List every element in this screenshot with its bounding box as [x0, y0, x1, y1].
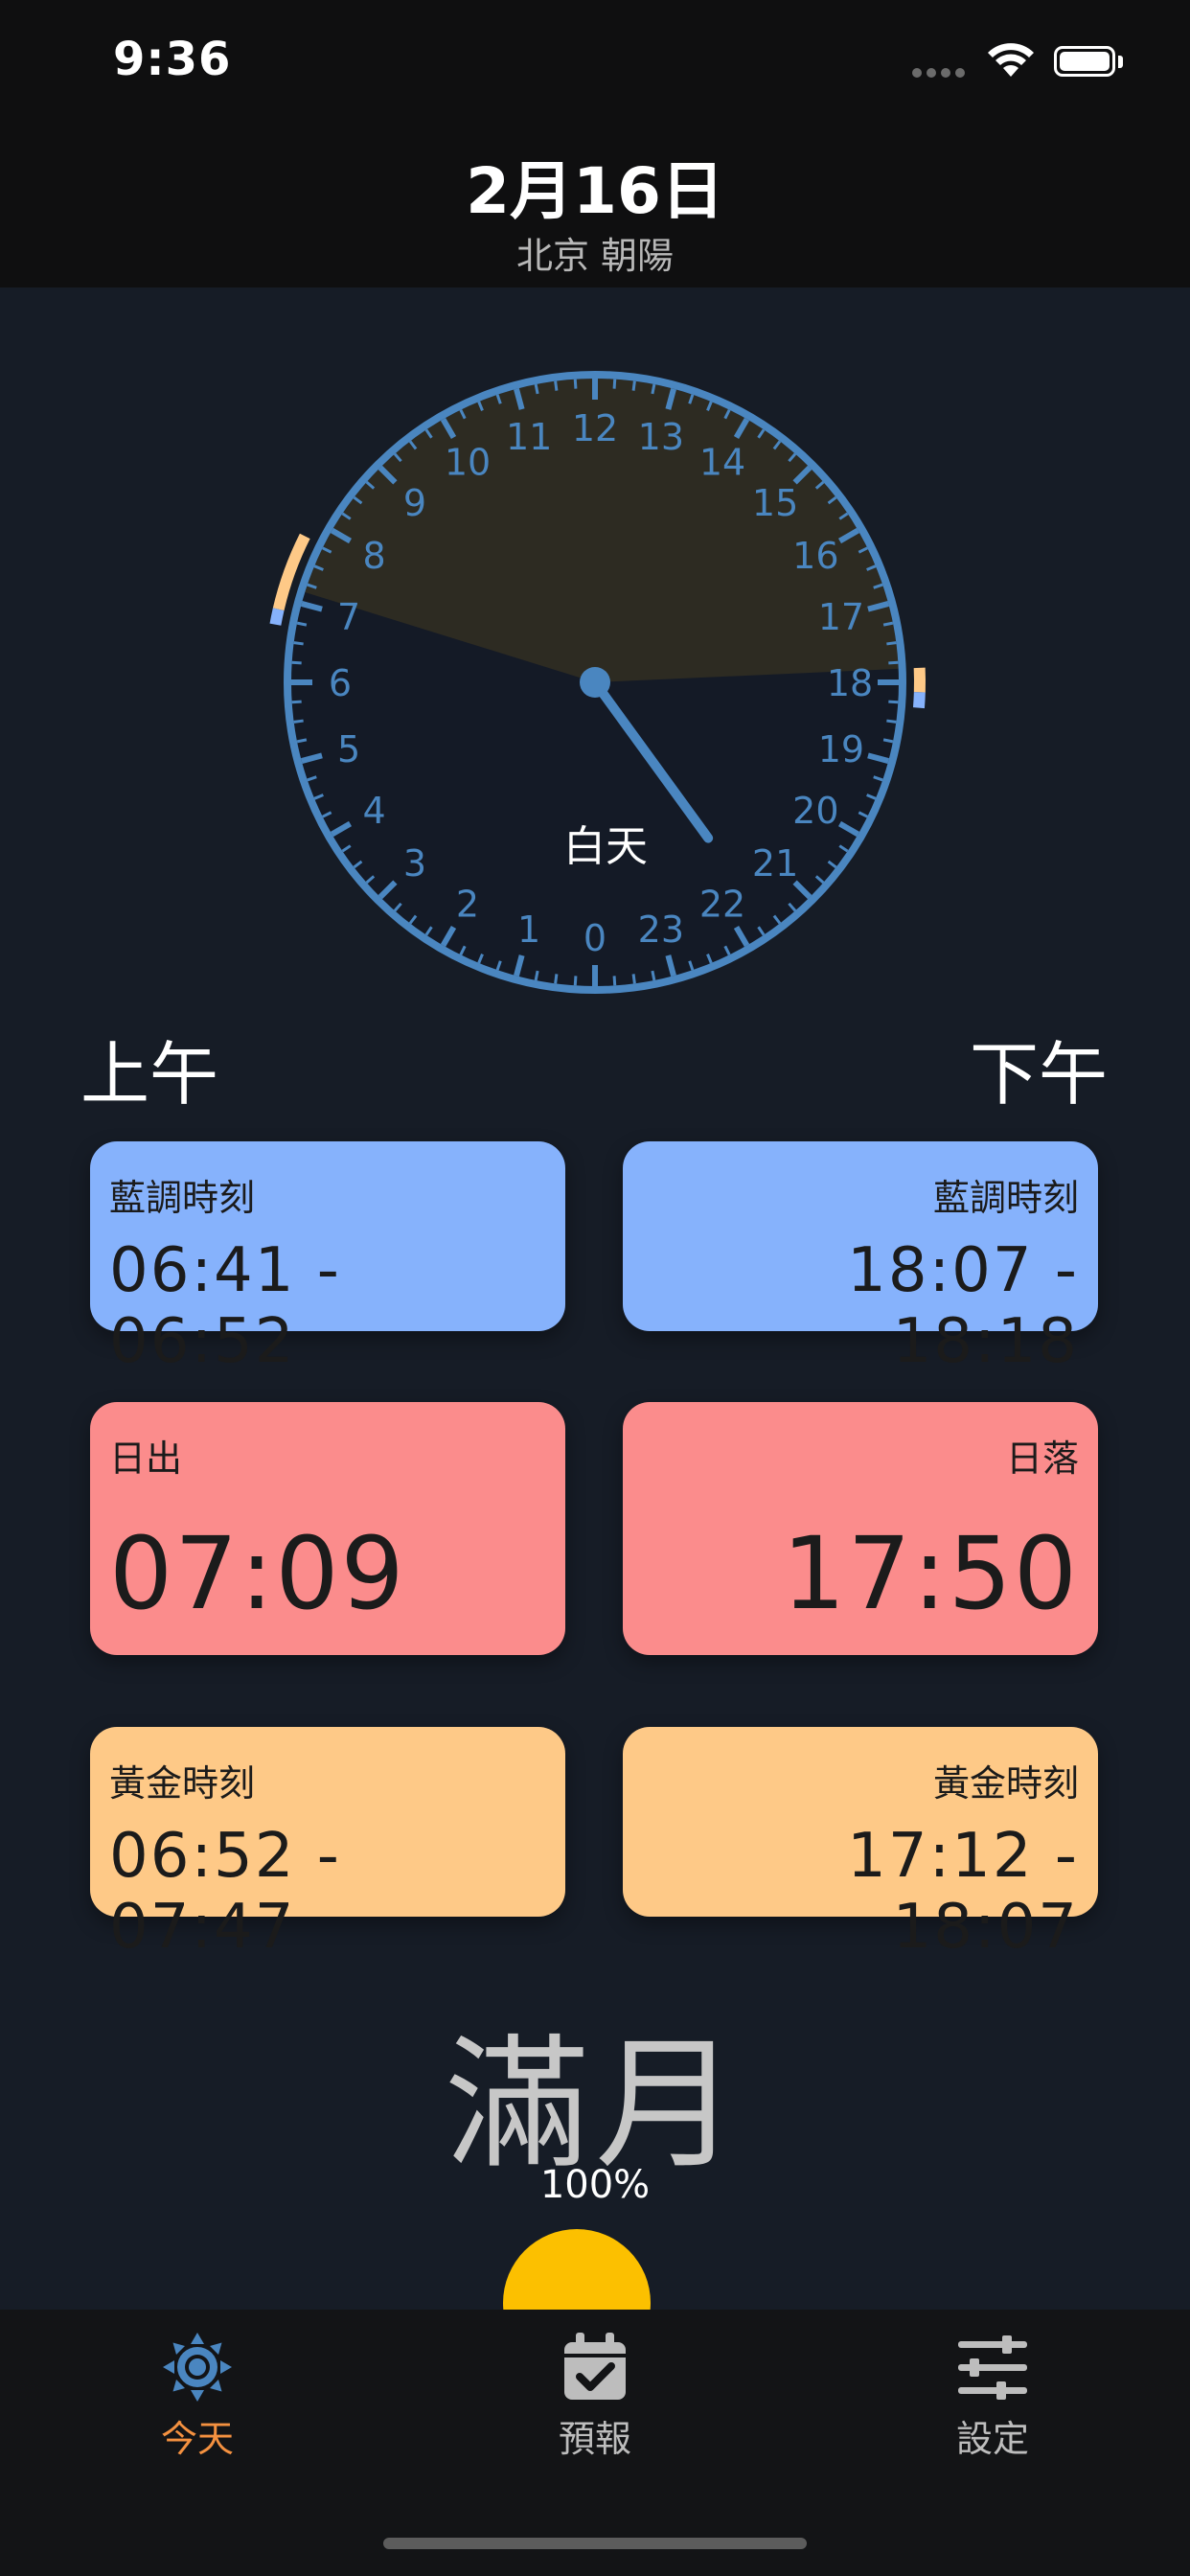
dial-hour-label: 9	[403, 482, 426, 524]
am-blue-hour-value: 06:41 - 06:52	[109, 1235, 341, 1377]
pm-label: 下午	[969, 1034, 1108, 1115]
dial-hour-label: 5	[337, 728, 360, 770]
dial-hour-label: 10	[445, 442, 491, 484]
dial-minor-tick	[534, 383, 539, 395]
dial-minor-tick	[296, 621, 308, 627]
dial-hour-label: 2	[456, 883, 479, 925]
dial-minor-tick	[573, 976, 578, 986]
dial-minor-tick	[886, 641, 897, 646]
wifi-icon	[988, 43, 1034, 77]
dial-hour-label: 13	[638, 416, 684, 458]
day-label: 白天	[563, 822, 648, 871]
dial-minor-tick	[631, 974, 636, 984]
morning-blue-hour-arc	[269, 608, 285, 626]
pm-golden-hour-label: 黃金時刻	[932, 1762, 1079, 1805]
dial-minor-tick	[554, 974, 559, 984]
sunset-label: 日落	[1005, 1438, 1079, 1480]
sun-icon	[163, 2333, 232, 2402]
pm-golden-hour-value: 17:12 - 18:07	[847, 1821, 1079, 1963]
dial-hour-label: 4	[363, 790, 386, 832]
dial-hour-label: 12	[572, 407, 618, 449]
dial-hour-label: 1	[517, 908, 540, 951]
calendar-check-icon	[564, 2333, 626, 2400]
am-golden-hour-value: 06:52 - 07:47	[109, 1821, 341, 1963]
sliders-icon	[958, 2335, 1027, 2400]
dial-minor-tick	[888, 660, 899, 665]
tab-bar: 今天 預報 設定	[0, 2310, 1190, 2576]
dial-hour-label: 17	[818, 596, 864, 638]
dial-hour-label: 11	[506, 416, 552, 458]
am-blue-hour-label: 藍調時刻	[109, 1177, 256, 1219]
dial-minor-tick	[534, 970, 539, 981]
sunset-card[interactable]: 日落 17:50	[623, 1402, 1098, 1655]
daylight-clock-dial: 01234567891011 12 1314151617181920212223 白…	[269, 371, 926, 994]
dial-minor-tick	[882, 738, 894, 744]
tab-settings-label: 設定	[955, 2418, 1029, 2460]
dial-minor-tick	[293, 641, 304, 646]
tab-today-label: 今天	[160, 2418, 234, 2460]
pm-blue-hour-value: 18:07 - 18:18	[847, 1235, 1079, 1377]
dial-hour-label: 15	[752, 482, 798, 524]
sunrise-time: 07:09	[109, 1515, 406, 1632]
moon-icon	[503, 2229, 651, 2310]
battery-icon	[1054, 46, 1115, 77]
am-golden-hour-card[interactable]: 黃金時刻 06:52 - 07:47	[90, 1727, 565, 1963]
dial-minor-tick	[612, 379, 617, 389]
sunrise-card[interactable]: 日出 07:09	[90, 1402, 565, 1655]
status-bar: 9:36	[0, 0, 1190, 125]
status-time: 9:36	[113, 33, 232, 86]
am-label: 上午	[80, 1034, 219, 1115]
dial-hour-label: 18	[827, 662, 873, 704]
moon-illumination: 100%	[539, 2163, 651, 2207]
home-indicator	[383, 2538, 807, 2549]
am-golden-hour-label: 黃金時刻	[109, 1762, 256, 1805]
evening-blue-hour-arc	[912, 692, 926, 709]
dial-center-pin	[580, 667, 610, 698]
location-label[interactable]: 北京 朝陽	[0, 226, 1190, 279]
dial-hour-label: 16	[792, 535, 838, 577]
dial-hour-label: 14	[699, 442, 745, 484]
tab-forecast-label: 預報	[558, 2418, 631, 2460]
dial-minor-tick	[554, 380, 559, 391]
dial-hour-label: 21	[752, 842, 798, 885]
pm-blue-hour-label: 藍調時刻	[932, 1177, 1079, 1219]
dial-minor-tick	[296, 738, 308, 744]
dial-hour-label: 23	[638, 908, 684, 951]
pm-blue-hour-card[interactable]: 藍調時刻 18:07 - 18:18	[623, 1141, 1098, 1377]
tab-forecast[interactable]: 預報	[470, 2329, 720, 2462]
dial-minor-tick	[651, 383, 656, 395]
page-title: 2月16日	[466, 154, 724, 228]
dial-hour-label: 7	[337, 596, 360, 638]
dial-hour-label: 3	[403, 842, 426, 885]
sunset-time: 17:50	[782, 1515, 1079, 1632]
dial-hour-label: 8	[363, 535, 386, 577]
cellular-signal-icon	[912, 63, 970, 81]
dial-hour-label: 22	[699, 883, 745, 925]
dial-minor-tick	[293, 719, 304, 724]
dial-hour-label: 19	[818, 728, 864, 770]
dial-minor-tick	[612, 976, 617, 986]
dial-minor-tick	[291, 660, 302, 665]
tab-today[interactable]: 今天	[73, 2329, 322, 2462]
dial-minor-tick	[886, 719, 897, 724]
dial-hour-label: 6	[329, 662, 352, 704]
dial-minor-tick	[631, 380, 636, 391]
tab-settings[interactable]: 設定	[868, 2329, 1117, 2462]
header: 2月16日 北京 朝陽	[0, 125, 1190, 288]
am-blue-hour-card[interactable]: 藍調時刻 06:41 - 06:52	[90, 1141, 565, 1377]
sunrise-label: 日出	[109, 1438, 183, 1480]
dial-minor-tick	[573, 379, 578, 389]
dial-hour-label: 20	[792, 790, 838, 832]
dial-hour-label: 0	[584, 917, 606, 959]
dial-minor-tick	[651, 970, 656, 981]
pm-golden-hour-card[interactable]: 黃金時刻 17:12 - 18:07	[623, 1727, 1098, 1963]
dial-minor-tick	[882, 621, 894, 627]
